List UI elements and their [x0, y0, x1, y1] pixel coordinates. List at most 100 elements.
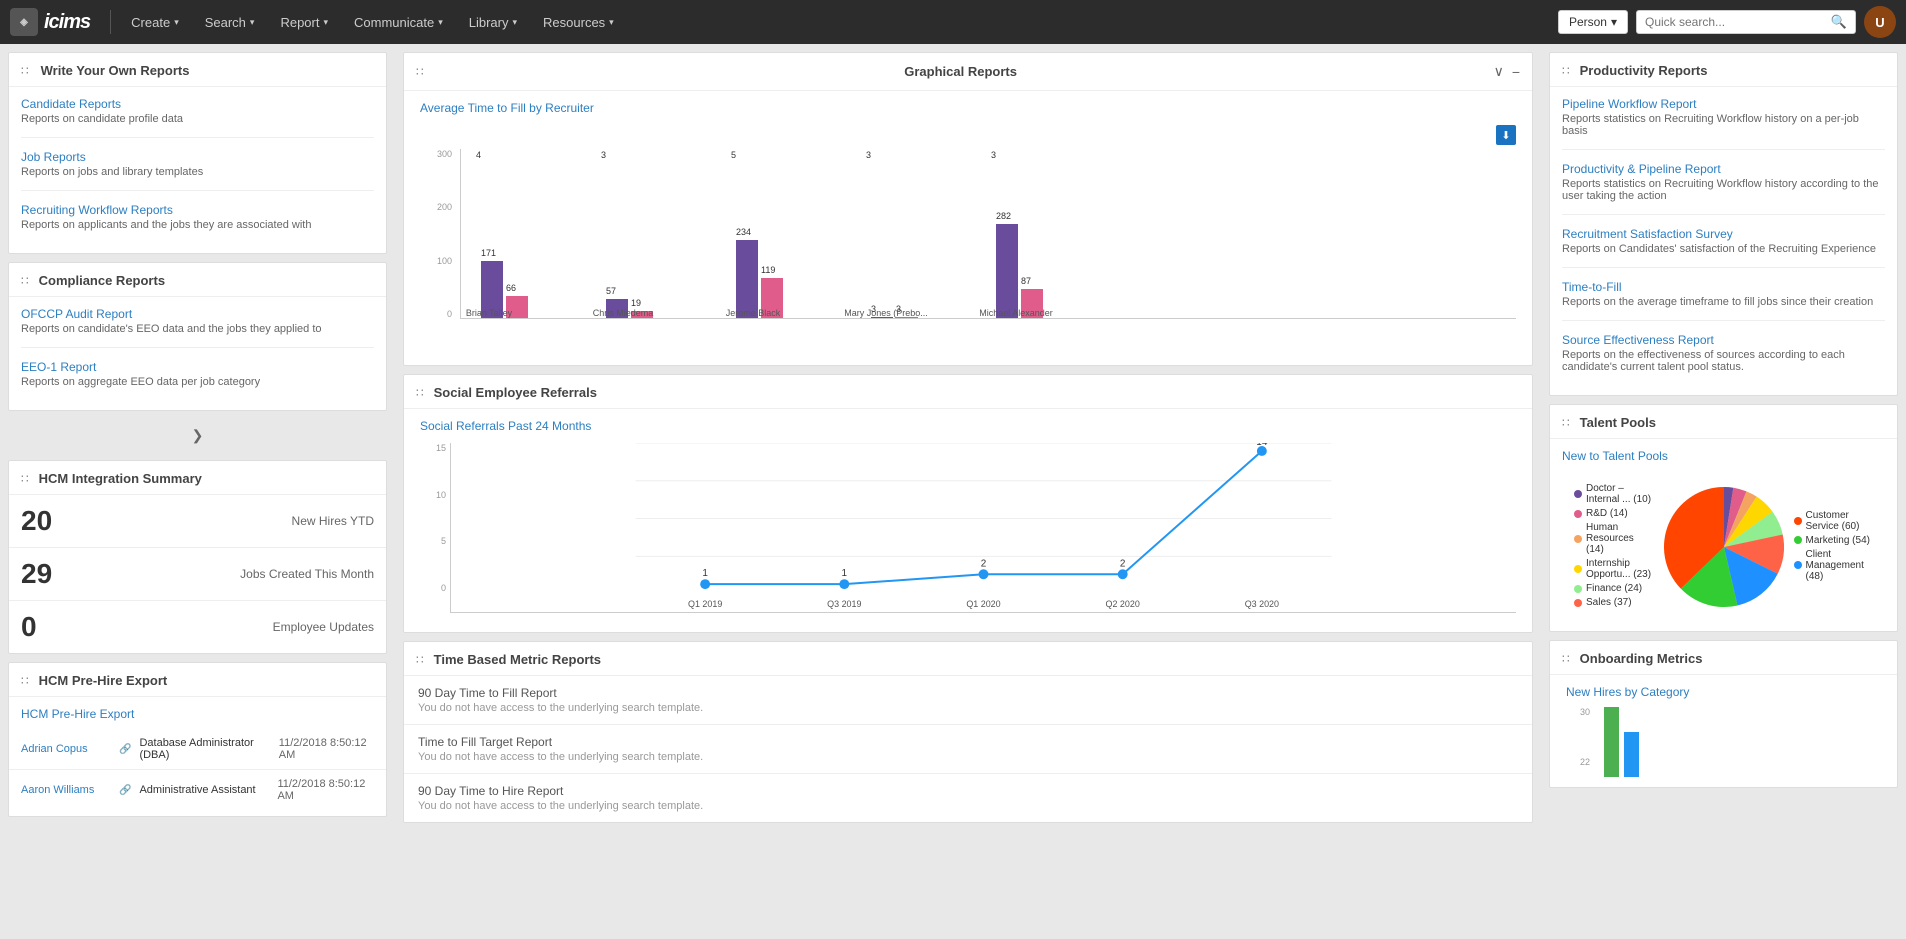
- legend-dot-finance: [1574, 585, 1582, 593]
- legend-doctor: Doctor – Internal ... (10): [1574, 483, 1654, 505]
- social-chart-title[interactable]: Social Referrals Past 24 Months: [420, 419, 1516, 433]
- time-dots: ∷: [416, 653, 424, 667]
- nav-create[interactable]: Create ▾: [121, 11, 189, 34]
- ob-y-30: 30: [1566, 707, 1590, 717]
- legend-dot-client: [1794, 561, 1802, 569]
- line-label-q2-2020: Q2 2020: [1106, 599, 1140, 609]
- candidate-reports-link[interactable]: Candidate Reports: [21, 97, 374, 111]
- communicate-arrow: ▾: [438, 17, 443, 28]
- line-label-q3-2020: Q3 2020: [1245, 599, 1279, 609]
- export-icon[interactable]: ⬇: [1496, 125, 1516, 145]
- source-effectiveness-item: Source Effectiveness Report Reports on t…: [1562, 333, 1885, 385]
- line-label-q3-2019: Q3 2019: [827, 599, 861, 609]
- main-layout: ∷ Write Your Own Reports Candidate Repor…: [0, 44, 1906, 939]
- new-to-talent-pools-link[interactable]: New to Talent Pools: [1562, 449, 1668, 463]
- hcm-new-hires-label: New Hires YTD: [292, 514, 374, 528]
- y-label-200: 200: [420, 202, 452, 212]
- pipeline-workflow-link[interactable]: Pipeline Workflow Report: [1562, 97, 1885, 111]
- prehire-name-1[interactable]: Aaron Williams: [21, 784, 111, 796]
- avg-time-fill-link[interactable]: Average Time to Fill by Recruiter: [420, 101, 1516, 115]
- ob-y-22: 22: [1566, 757, 1590, 767]
- hcm-prehire-widget: ∷ HCM Pre-Hire Export HCM Pre-Hire Expor…: [8, 662, 387, 817]
- line-y-5: 5: [420, 536, 446, 546]
- onboarding-body: New Hires by Category 30 22: [1550, 675, 1897, 787]
- candidate-reports-item: Candidate Reports Reports on candidate p…: [21, 97, 374, 138]
- legend-dot-hr: [1574, 535, 1582, 543]
- quick-search-box[interactable]: 🔍: [1636, 10, 1856, 34]
- search-arrow: ▾: [250, 17, 255, 28]
- pie-legend-left: Doctor – Internal ... (10) R&D (14) Huma…: [1574, 483, 1654, 611]
- nav-search[interactable]: Search ▾: [195, 11, 265, 34]
- write-reports-body: Candidate Reports Reports on candidate p…: [9, 87, 386, 253]
- legend-dot-customersvc: [1794, 517, 1802, 525]
- legend-dot-marketing: [1794, 536, 1802, 544]
- productivity-pipeline-link[interactable]: Productivity & Pipeline Report: [1562, 162, 1885, 176]
- person-dropdown[interactable]: Person ▾: [1558, 10, 1628, 34]
- bar-val-chris-purple: 57: [606, 286, 616, 296]
- hcm-updates-label: Employee Updates: [273, 620, 374, 634]
- pipeline-workflow-desc: Reports statistics on Recruiting Workflo…: [1562, 113, 1885, 137]
- bar-val-michael-pink: 87: [1021, 276, 1031, 286]
- quick-search-input[interactable]: [1645, 15, 1831, 29]
- compliance-body: OFCCP Audit Report Reports on candidate'…: [9, 297, 386, 410]
- sidebar-expand-toggle[interactable]: ❯: [188, 423, 208, 448]
- time-report-title-0: 90 Day Time to Fill Report: [418, 686, 1518, 700]
- logo[interactable]: ◈ icims: [10, 8, 90, 36]
- time-based-widget: ∷ Time Based Metric Reports 90 Day Time …: [403, 641, 1533, 823]
- job-reports-link[interactable]: Job Reports: [21, 150, 374, 164]
- job-reports-desc: Reports on jobs and library templates: [21, 166, 374, 178]
- nav-library[interactable]: Library ▾: [459, 11, 527, 34]
- pie-chart-svg: [1664, 487, 1784, 607]
- compliance-header: ∷ Compliance Reports: [9, 263, 386, 297]
- dot-q3-2019: [839, 579, 849, 589]
- legend-sales: Sales (37): [1574, 597, 1654, 608]
- y-label-0: 0: [420, 309, 452, 319]
- talent-pools-title: Talent Pools: [1580, 415, 1656, 430]
- recruiting-workflow-desc: Reports on applicants and the jobs they …: [21, 219, 374, 231]
- bar-val-michael-small: 3: [991, 150, 996, 160]
- bar-val-mary-small: 3: [866, 150, 871, 160]
- prehire-name-0[interactable]: Adrian Copus: [21, 743, 111, 755]
- write-reports-widget: ∷ Write Your Own Reports Candidate Repor…: [8, 52, 387, 254]
- hcm-summary-header: ∷ HCM Integration Summary: [9, 461, 386, 495]
- icims-logo-text: icims: [44, 11, 90, 34]
- compliance-dots: ∷: [21, 274, 29, 288]
- new-hires-by-category-link[interactable]: New Hires by Category: [1566, 685, 1689, 699]
- graphical-collapse-btn[interactable]: ∨: [1494, 63, 1504, 80]
- hcm-prehire-export-link[interactable]: HCM Pre-Hire Export: [21, 707, 134, 721]
- nav-communicate[interactable]: Communicate ▾: [344, 11, 453, 34]
- nav-report[interactable]: Report ▾: [270, 11, 338, 34]
- source-effectiveness-link[interactable]: Source Effectiveness Report: [1562, 333, 1885, 347]
- write-reports-dots: ∷: [21, 64, 31, 78]
- time-report-desc-1: You do not have access to the underlying…: [418, 751, 1518, 763]
- bar-val-brian-pink: 66: [506, 283, 516, 293]
- talent-pools-widget: ∷ Talent Pools New to Talent Pools Docto…: [1549, 404, 1898, 632]
- nav-divider: [110, 10, 111, 34]
- graphical-title: Graphical Reports: [904, 64, 1017, 79]
- nav-resources[interactable]: Resources ▾: [533, 11, 624, 34]
- recruitment-satisfaction-link[interactable]: Recruitment Satisfaction Survey: [1562, 227, 1885, 241]
- legend-label-finance: Finance (24): [1586, 583, 1642, 594]
- time-to-fill-item: Time-to-Fill Reports on the average time…: [1562, 280, 1885, 321]
- ofccp-link[interactable]: OFCCP Audit Report: [21, 307, 374, 321]
- bar-val-michael-purple: 282: [996, 211, 1011, 221]
- top-navigation: ◈ icims Create ▾ Search ▾ Report ▾ Commu…: [0, 0, 1906, 44]
- recruiting-workflow-reports-item: Recruiting Workflow Reports Reports on a…: [21, 203, 374, 243]
- user-avatar[interactable]: U: [1864, 6, 1896, 38]
- eeo1-link[interactable]: EEO-1 Report: [21, 360, 374, 374]
- time-to-fill-link[interactable]: Time-to-Fill: [1562, 280, 1885, 294]
- legend-customersvc: Customer Service (60): [1794, 510, 1874, 532]
- productivity-dots: ∷: [1562, 64, 1570, 78]
- graphical-minimize-btn[interactable]: −: [1512, 64, 1520, 80]
- legend-label-hr: Human Resources (14): [1586, 522, 1654, 555]
- hcm-jobs-label: Jobs Created This Month: [240, 567, 374, 581]
- bar-label-chris: Chris Miedema: [593, 308, 654, 318]
- line-val-2: 1: [842, 568, 848, 579]
- prehire-title-1: Administrative Assistant: [139, 784, 269, 796]
- hcm-prehire-body: HCM Pre-Hire Export Adrian Copus 🔗 Datab…: [9, 697, 386, 816]
- legend-label-internship: Internship Opportu... (23): [1586, 558, 1654, 580]
- recruiting-workflow-link[interactable]: Recruiting Workflow Reports: [21, 203, 374, 217]
- graphical-chart-area: Average Time to Fill by Recruiter ⬇ 300 …: [404, 91, 1532, 365]
- hcm-summary-dots: ∷: [21, 472, 29, 486]
- prehire-link-icon-1: 🔗: [119, 785, 131, 796]
